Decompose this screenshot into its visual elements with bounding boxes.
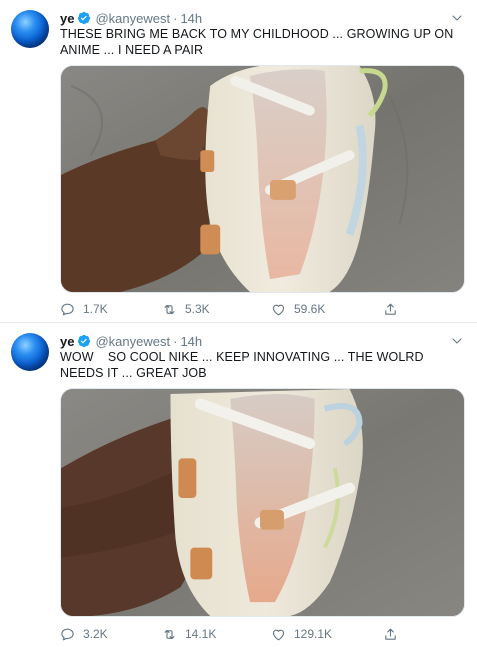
tweet[interactable]: ye @kanyewest · 14h WOW SO COOL NIKE ...… bbox=[0, 323, 477, 647]
reply-count: 3.2K bbox=[83, 627, 108, 641]
timestamp[interactable]: 14h bbox=[180, 11, 202, 26]
tweet-text: WOW SO COOL NIKE ... KEEP INNOVATING ...… bbox=[60, 350, 428, 380]
sneaker-photo bbox=[61, 66, 464, 292]
heart-icon bbox=[272, 304, 285, 315]
separator-dot: · bbox=[173, 333, 178, 349]
user-handle[interactable]: @kanyewest bbox=[95, 334, 170, 349]
verified-badge-icon bbox=[78, 11, 91, 25]
tweet-header: ye @kanyewest · 14h bbox=[60, 332, 202, 350]
tweet-photo[interactable] bbox=[60, 388, 465, 617]
share-button[interactable] bbox=[383, 625, 406, 643]
like-count: 129.1K bbox=[294, 627, 333, 641]
chevron-down-icon[interactable] bbox=[451, 335, 463, 347]
share-icon bbox=[385, 303, 396, 315]
tweet-actions: 3.2K 14.1K 129.1K bbox=[60, 625, 465, 643]
tweet-actions: 1.7K 5.3K 59.6K bbox=[60, 300, 465, 318]
sneaker-photo bbox=[61, 389, 464, 616]
separator-dot: · bbox=[173, 10, 178, 26]
reply-icon bbox=[61, 303, 74, 315]
retweet-icon bbox=[164, 304, 175, 314]
avatar[interactable] bbox=[11, 10, 49, 48]
tweet-text: THESE BRING ME BACK TO MY CHILDHOOD ... … bbox=[60, 27, 454, 57]
retweet-count: 5.3K bbox=[185, 302, 210, 316]
like-button[interactable]: 59.6K bbox=[271, 300, 325, 318]
share-icon bbox=[385, 628, 396, 640]
retweet-count: 14.1K bbox=[185, 627, 217, 641]
display-name[interactable]: ye bbox=[60, 334, 74, 349]
tweet[interactable]: ye @kanyewest · 14h THESE BRING ME BACK … bbox=[0, 0, 477, 322]
reply-button[interactable]: 3.2K bbox=[60, 625, 108, 643]
share-button[interactable] bbox=[383, 300, 406, 318]
heart-icon bbox=[272, 629, 285, 640]
reply-count: 1.7K bbox=[83, 302, 108, 316]
avatar[interactable] bbox=[11, 333, 49, 371]
like-button[interactable]: 129.1K bbox=[271, 625, 332, 643]
like-count: 59.6K bbox=[294, 302, 326, 316]
chevron-down-icon[interactable] bbox=[451, 12, 463, 24]
tweet-photo[interactable] bbox=[60, 65, 465, 293]
retweet-icon bbox=[164, 629, 175, 639]
reply-button[interactable]: 1.7K bbox=[60, 300, 108, 318]
tweet-header: ye @kanyewest · 14h bbox=[60, 9, 202, 27]
reply-icon bbox=[61, 628, 74, 640]
retweet-button[interactable]: 5.3K bbox=[162, 300, 210, 318]
timestamp[interactable]: 14h bbox=[180, 334, 202, 349]
verified-badge-icon bbox=[78, 334, 91, 348]
retweet-button[interactable]: 14.1K bbox=[162, 625, 216, 643]
display-name[interactable]: ye bbox=[60, 11, 74, 26]
user-handle[interactable]: @kanyewest bbox=[95, 11, 170, 26]
